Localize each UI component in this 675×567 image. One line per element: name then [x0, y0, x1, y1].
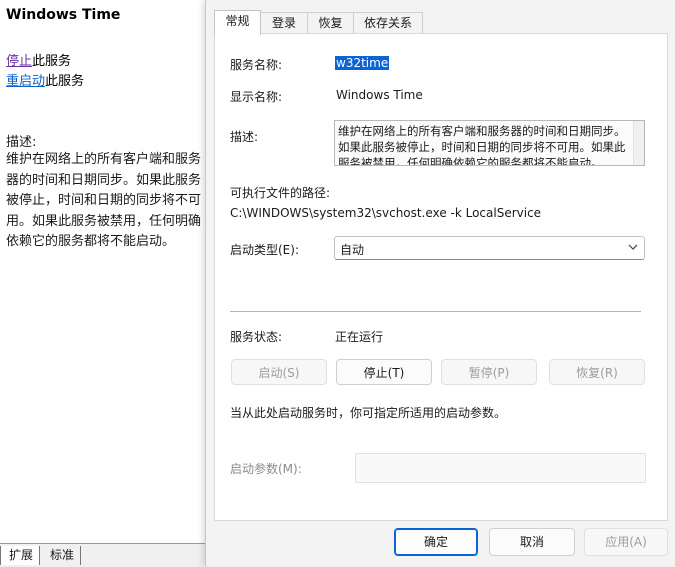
start-params-input[interactable]	[355, 453, 646, 483]
startup-type-value: 自动	[340, 243, 365, 257]
ok-button[interactable]: 确定	[394, 528, 478, 556]
service-name-text: w32time	[335, 56, 390, 70]
display-name-label: 显示名称:	[230, 90, 283, 104]
description-label: 描述:	[230, 130, 259, 144]
stop-service-suffix: 此服务	[32, 54, 72, 69]
tab-dependencies[interactable]: 依存关系	[353, 12, 423, 34]
general-tab-panel: 服务名称: w32time 显示名称: Windows Time 描述: 维护在…	[214, 33, 668, 521]
apply-button[interactable]: 应用(A)	[584, 528, 668, 556]
resume-button[interactable]: 恢复(R)	[549, 359, 645, 385]
restart-service-suffix: 此服务	[45, 74, 85, 89]
restart-service-link[interactable]: 重启动	[6, 74, 45, 89]
restart-service-row: 重启动此服务	[6, 70, 84, 89]
service-status-label: 服务状态:	[230, 330, 283, 344]
stop-service-row: 停止此服务	[6, 50, 71, 69]
startup-type-select[interactable]: 自动	[334, 236, 645, 260]
start-params-hint: 当从此处启动服务时，你可指定所适用的启动参数。	[230, 406, 507, 420]
startup-type-label: 启动类型(E):	[230, 243, 299, 257]
service-detail-pane: Windows Time 停止此服务 重启动此服务 描述: 维护在网络上的所有客…	[0, 0, 208, 567]
start-button[interactable]: 启动(S)	[231, 359, 327, 385]
service-name-value[interactable]: w32time	[335, 56, 390, 70]
description-heading: 描述:	[6, 135, 37, 150]
service-title: Windows Time	[6, 7, 121, 23]
section-divider	[230, 311, 641, 312]
service-properties-dialog: 常规 登录 恢复 依存关系 服务名称: w32time 显示名称: Window…	[205, 0, 675, 566]
tab-logon[interactable]: 登录	[260, 12, 308, 34]
tab-general[interactable]: 常规	[214, 10, 261, 35]
exe-path-label: 可执行文件的路径:	[230, 186, 331, 200]
exe-path-value[interactable]: C:\WINDOWS\system32\svchost.exe -k Local…	[230, 206, 541, 220]
tab-extended[interactable]: 扩展	[0, 546, 41, 565]
cancel-button[interactable]: 取消	[489, 528, 575, 556]
stop-button[interactable]: 停止(T)	[336, 359, 432, 385]
service-status-value: 正在运行	[335, 330, 384, 344]
tab-standard[interactable]: 标准	[42, 546, 82, 565]
display-name-value[interactable]: Windows Time	[336, 88, 423, 102]
start-params-label: 启动参数(M):	[230, 462, 302, 476]
stop-service-link[interactable]: 停止	[6, 54, 32, 69]
pause-button[interactable]: 暂停(P)	[441, 359, 537, 385]
tab-recovery[interactable]: 恢复	[307, 12, 354, 34]
description-scrollbar[interactable]	[633, 121, 644, 165]
view-tabs: 扩展 标准	[0, 543, 208, 567]
service-name-label: 服务名称:	[230, 58, 283, 72]
description-field[interactable]: 维护在网络上的所有客户端和服务器的时间和日期同步。如果此服务被停止，时间和日期的…	[334, 120, 645, 166]
chevron-down-icon	[626, 239, 640, 255]
description-text: 维护在网络上的所有客户端和服务器的时间和日期同步。如果此服务被停止，时间和日期的…	[6, 152, 202, 249]
description-field-text: 维护在网络上的所有客户端和服务器的时间和日期同步。如果此服务被停止，时间和日期的…	[338, 124, 626, 166]
